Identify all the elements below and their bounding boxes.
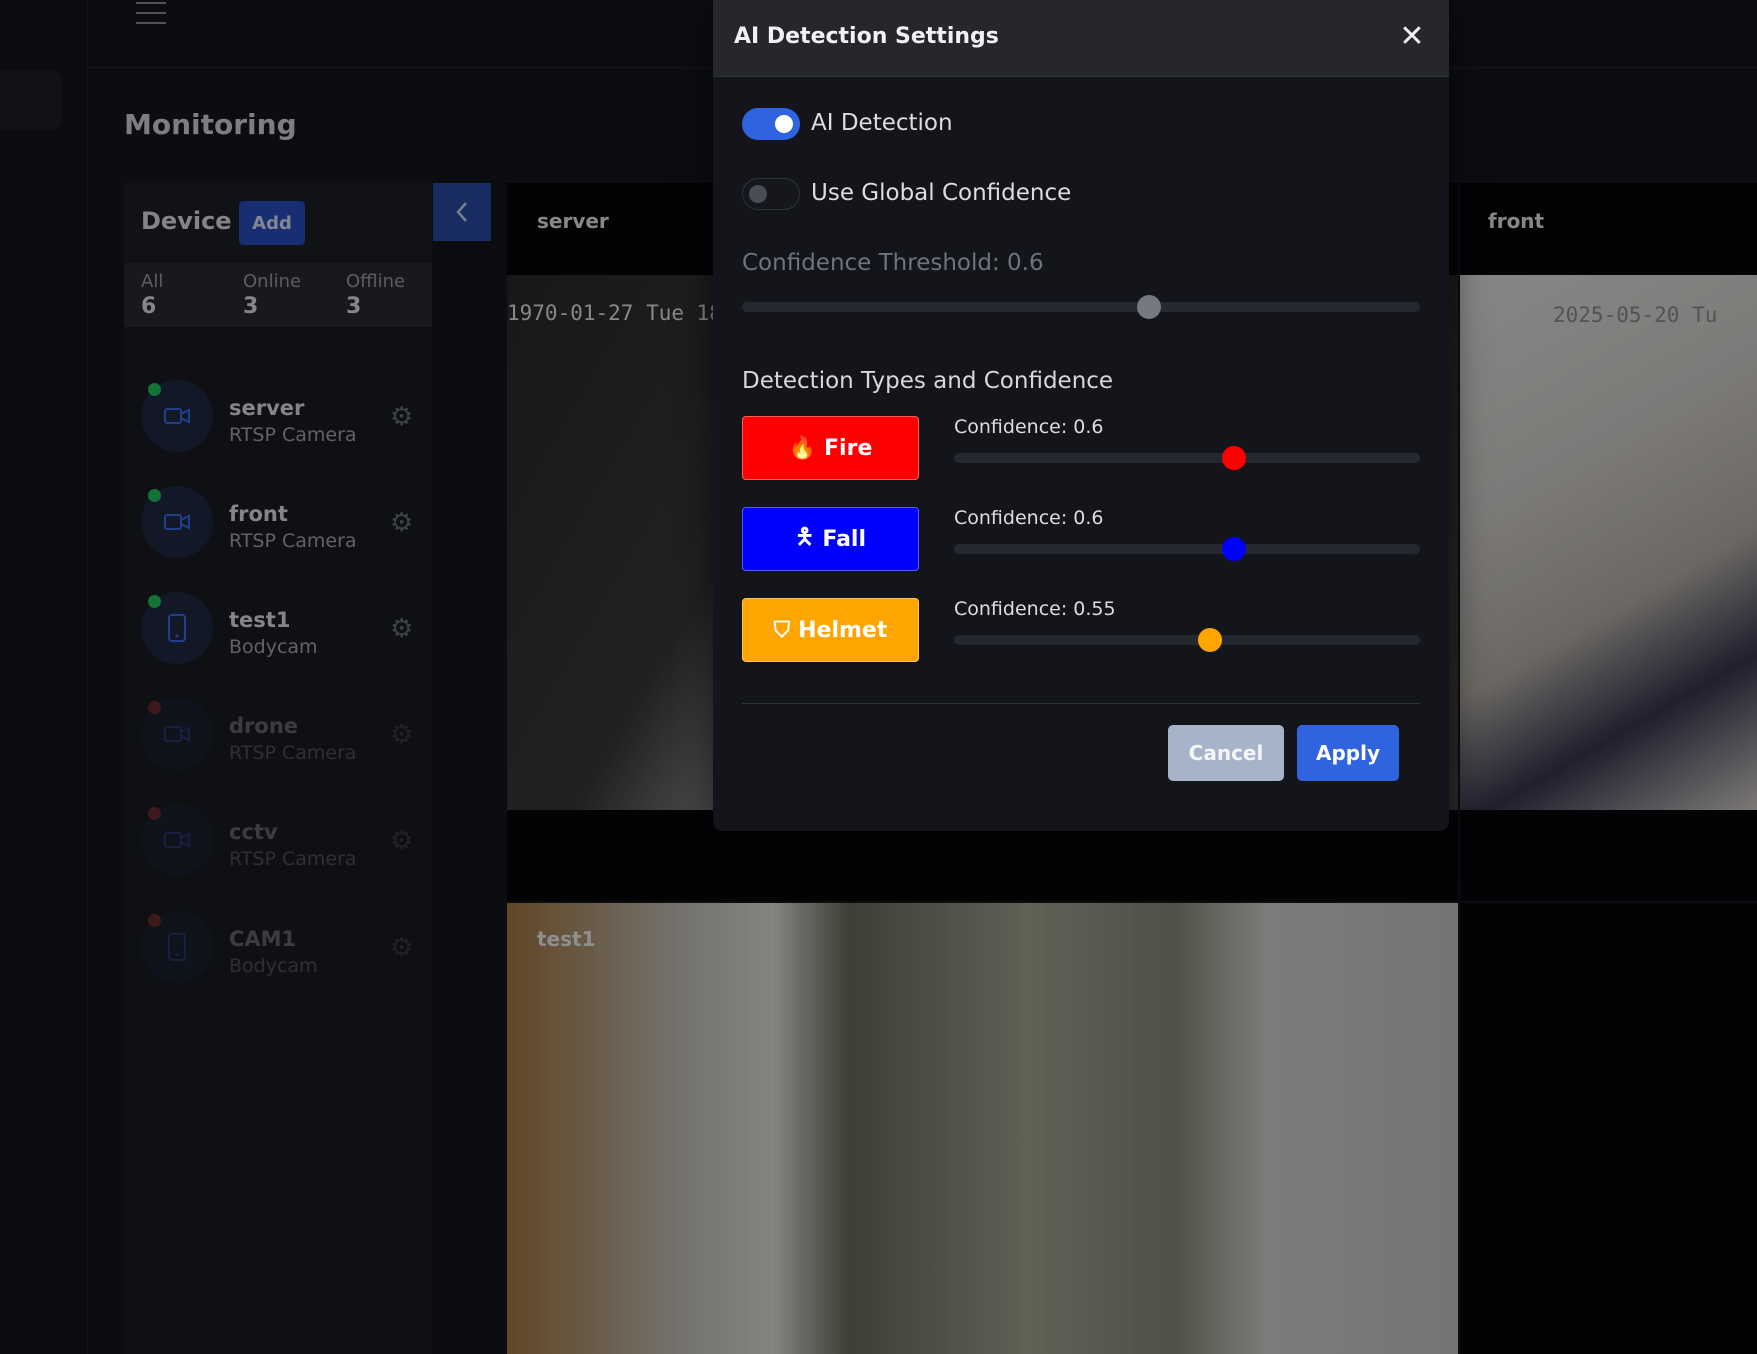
confidence-threshold-slider-track[interactable]: [742, 302, 1420, 312]
helmet-confidence-label: Confidence: 0.55: [954, 598, 1116, 620]
fall-confidence-slider-thumb[interactable]: [1221, 537, 1246, 561]
app-root: Monitoring Device Add All 6 Online 3 Off…: [0, 0, 1757, 1354]
fall-confidence-slider-track[interactable]: [954, 544, 1420, 554]
confidence-threshold-slider-thumb[interactable]: [1136, 295, 1161, 319]
helmet-detection-label: Helmet: [798, 617, 888, 643]
fall-detection-button[interactable]: 🯅 Fall: [742, 507, 919, 571]
apply-button[interactable]: Apply: [1297, 725, 1399, 781]
modal-header: AI Detection Settings ✕: [713, 0, 1449, 77]
use-global-confidence-toggle[interactable]: [742, 178, 800, 210]
fire-confidence-label: Confidence: 0.6: [954, 416, 1104, 438]
fire-icon: 🔥: [788, 435, 817, 461]
ai-detection-label: AI Detection: [811, 110, 953, 136]
confidence-threshold-label: Confidence Threshold: 0.6: [742, 250, 1044, 276]
helmet-detection-button[interactable]: ⛉ Helmet: [742, 598, 919, 662]
fire-detection-label: Fire: [824, 435, 873, 461]
cancel-button[interactable]: Cancel: [1168, 725, 1284, 781]
modal-title: AI Detection Settings: [734, 24, 999, 49]
toggle-knob: [749, 185, 767, 203]
detection-types-heading: Detection Types and Confidence: [742, 368, 1114, 394]
helmet-shield-icon: ⛉: [773, 617, 791, 643]
person-falling-icon: 🯅: [794, 525, 815, 550]
fall-confidence-label: Confidence: 0.6: [954, 507, 1104, 529]
fire-confidence-slider-thumb[interactable]: [1221, 446, 1246, 470]
ai-detection-toggle[interactable]: [742, 108, 800, 140]
helmet-confidence-slider-thumb[interactable]: [1198, 628, 1223, 652]
close-icon[interactable]: ✕: [1397, 22, 1427, 52]
helmet-confidence-slider-track[interactable]: [954, 635, 1420, 645]
fire-confidence-slider-track[interactable]: [954, 453, 1420, 463]
ai-detection-settings-modal: AI Detection Settings ✕ AI Detection Use…: [713, 0, 1449, 831]
fall-detection-label: Fall: [822, 526, 867, 552]
fire-detection-button[interactable]: 🔥 Fire: [742, 416, 919, 480]
toggle-knob: [775, 115, 793, 133]
modal-divider: [742, 703, 1420, 704]
use-global-confidence-label: Use Global Confidence: [811, 180, 1072, 206]
